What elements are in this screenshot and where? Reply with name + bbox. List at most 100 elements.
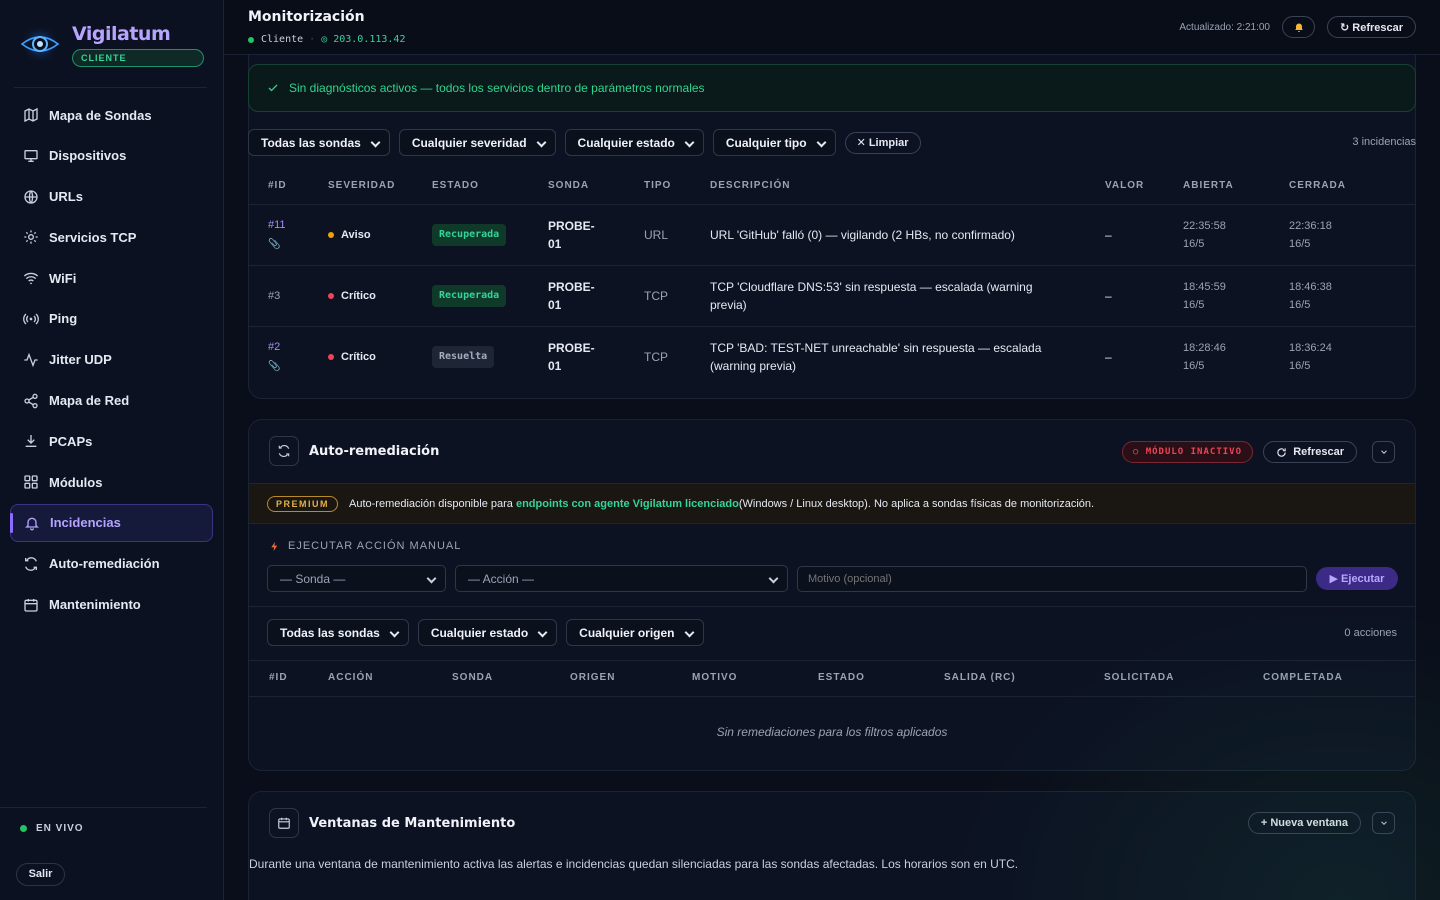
activity-icon	[24, 352, 38, 368]
severity-dot-icon	[328, 292, 334, 299]
calendar-icon	[24, 598, 38, 612]
cell-value: –	[1085, 326, 1163, 387]
closed-time: 18:36:24 16/5	[1289, 341, 1332, 372]
collapse-maintenance-button[interactable]	[1372, 812, 1395, 834]
incident-value: –	[1105, 349, 1112, 364]
sidebar-item-label: Mapa de Red	[49, 393, 130, 409]
sidebar-item-dispositivos[interactable]: Dispositivos	[10, 137, 213, 175]
notifications-button[interactable]	[1282, 16, 1315, 38]
opened-time: 18:45:59 16/5	[1183, 280, 1226, 311]
sidebar-item-mapa-de-sondas[interactable]: Mapa de Sondas	[10, 96, 213, 134]
incident-id[interactable]: #3	[268, 290, 280, 302]
top-header: Monitorización Cliente · ◎ 203.0.113.42 …	[224, 0, 1440, 55]
new-window-button[interactable]: + Nueva ventana	[1247, 812, 1361, 834]
sidebar-item-label: URLs	[49, 189, 83, 205]
clear-filters-button[interactable]: ✕ Limpiar	[844, 131, 921, 154]
cell-type: TCP	[624, 265, 690, 327]
check-icon	[268, 84, 278, 92]
cell-closed: 18:36:24 16/5	[1269, 326, 1416, 387]
incident-count: 3 incidencias	[1352, 136, 1416, 148]
motive-input[interactable]	[797, 565, 1307, 592]
probe-filter[interactable]: Todas las sondas	[248, 129, 390, 156]
execute-button[interactable]: ▶ Ejecutar	[1316, 567, 1398, 590]
premium-highlight: endpoints con agente Vigilatum licenciad…	[515, 497, 739, 510]
collapse-remediation-button[interactable]	[1372, 441, 1395, 463]
remediation-card: Auto-remediación ○ MÓDULO INACTIVO Refre…	[248, 419, 1416, 771]
download-icon	[25, 435, 37, 448]
premium-text-pre: Auto-remediación disponible para	[349, 497, 513, 510]
client-badge: CLIENTE	[72, 49, 204, 67]
sidebar-item-modulos[interactable]: Módulos	[10, 463, 213, 501]
closed-time: 22:36:18 16/5	[1289, 219, 1332, 250]
cell-severity: Crítico	[308, 326, 412, 387]
cell-probe: PROBE-01	[528, 326, 624, 387]
column-header: ORIGEN	[550, 660, 672, 697]
sidebar-item-label: WiFi	[49, 270, 77, 286]
table-row[interactable]: #11 📎 Aviso Recuperada PROBE-01 URL URL '…	[248, 204, 1416, 266]
cell-description: TCP 'BAD: TEST-NET unreachable' sin resp…	[690, 326, 1085, 387]
incident-description: TCP 'Cloudflare DNS:53' sin respuesta — …	[710, 279, 1033, 312]
table-row[interactable]: #3 Crítico Recuperada PROBE-01 TCP TCP '…	[248, 265, 1416, 327]
column-header: SONDA	[432, 660, 550, 697]
sidebar-item-jitter-udp[interactable]: Jitter UDP	[10, 341, 213, 379]
remediation-origin-filter[interactable]: Cualquier origen	[566, 619, 704, 646]
remediation-refresh-button[interactable]: Refrescar	[1263, 441, 1357, 463]
remediation-table-wrap: #ID ACCIÓN SONDA ORIGEN MOTIVO ESTADO SALIDA (…	[249, 660, 1415, 697]
premium-tag: PREMIUM	[267, 495, 338, 512]
empty-remediations: Sin remediaciones para los filtros aplic…	[716, 725, 948, 739]
type-filter[interactable]: Cualquier tipo	[712, 129, 836, 156]
page-title: Monitorización	[248, 9, 365, 25]
incident-filters: Todas las sondas Cualquier severidad Cua…	[248, 129, 921, 156]
sidebar-item-ping[interactable]: Ping	[10, 300, 213, 338]
sidebar-item-servicios-tcp[interactable]: Servicios TCP	[10, 218, 213, 256]
eye-logo-icon	[18, 22, 62, 66]
severity-filter[interactable]: Cualquier severidad	[398, 129, 556, 156]
brand[interactable]: Vigilatum CLIENTE	[18, 22, 204, 67]
sidebar-item-label: Módulos	[49, 474, 103, 490]
column-header: SALIDA (RC)	[924, 660, 1084, 697]
severity-label: Crítico	[341, 350, 376, 363]
diagnostics-text: Sin diagnósticos activos — todos los ser…	[289, 81, 705, 95]
probe-name: PROBE-01	[548, 279, 595, 312]
action-select[interactable]: — Acción —	[455, 565, 788, 592]
sidebar-item-mantenimiento[interactable]: Mantenimiento	[10, 586, 213, 624]
live-dot-icon	[20, 825, 27, 832]
status-badge: Resuelta	[432, 345, 495, 368]
sidebar-item-urls[interactable]: URLs	[10, 178, 213, 216]
table-row[interactable]: #2 📎 Crítico Resuelta PROBE-01 TCP TCP 'B…	[248, 326, 1416, 387]
sidebar-item-mapa-de-red[interactable]: Mapa de Red	[10, 382, 213, 420]
state-filter[interactable]: Cualquier estado	[564, 129, 704, 156]
cell-description: URL 'GitHub' falló (0) — vigilando (2 HB…	[690, 204, 1085, 266]
probe-select[interactable]: — Sonda —	[267, 565, 446, 592]
divider	[0, 807, 207, 808]
sidebar-item-incidencias[interactable]: Incidencias	[10, 503, 213, 542]
sidebar-item-pcaps[interactable]: PCAPs	[10, 422, 213, 460]
cell-opened: 18:28:46 16/5	[1163, 326, 1269, 387]
column-header: SEVERIDAD	[308, 168, 412, 205]
sidebar-item-wifi[interactable]: WiFi	[10, 259, 213, 297]
incident-value: –	[1105, 227, 1112, 242]
rotate-icon	[1277, 447, 1286, 457]
manual-action-label: EJECUTAR ACCIÓN MANUAL	[269, 540, 461, 552]
opened-time: 18:28:46 16/5	[1183, 341, 1226, 372]
incident-type: TCP	[644, 288, 668, 303]
logout-button[interactable]: Salir	[16, 863, 65, 886]
refresh-button[interactable]: ↻ Refrescar	[1327, 16, 1416, 38]
calendar-icon	[269, 808, 299, 838]
sidebar-item-auto-remediacion[interactable]: Auto-remediación	[10, 545, 213, 583]
table-header-row: #ID ACCIÓN SONDA ORIGEN MOTIVO ESTADO SALIDA (…	[249, 660, 1415, 697]
status-dot-icon	[248, 36, 254, 43]
cell-opened: 22:35:58 16/5	[1163, 204, 1269, 266]
remediation-probe-filter[interactable]: Todas las sondas	[267, 619, 409, 646]
ip-address: ◎ 203.0.113.42	[321, 34, 406, 45]
cell-description: TCP 'Cloudflare DNS:53' sin respuesta — …	[690, 265, 1085, 327]
remediation-state-filter[interactable]: Cualquier estado	[417, 619, 558, 646]
cell-id: #2 📎	[248, 326, 308, 387]
cell-value: –	[1085, 265, 1163, 327]
column-header: ESTADO	[412, 168, 528, 205]
incident-id[interactable]: #2	[268, 341, 280, 353]
share-icon	[24, 393, 38, 408]
divider	[249, 606, 1415, 607]
incident-id[interactable]: #11	[268, 219, 286, 231]
module-inactive-badge: ○ MÓDULO INACTIVO	[1121, 441, 1253, 463]
